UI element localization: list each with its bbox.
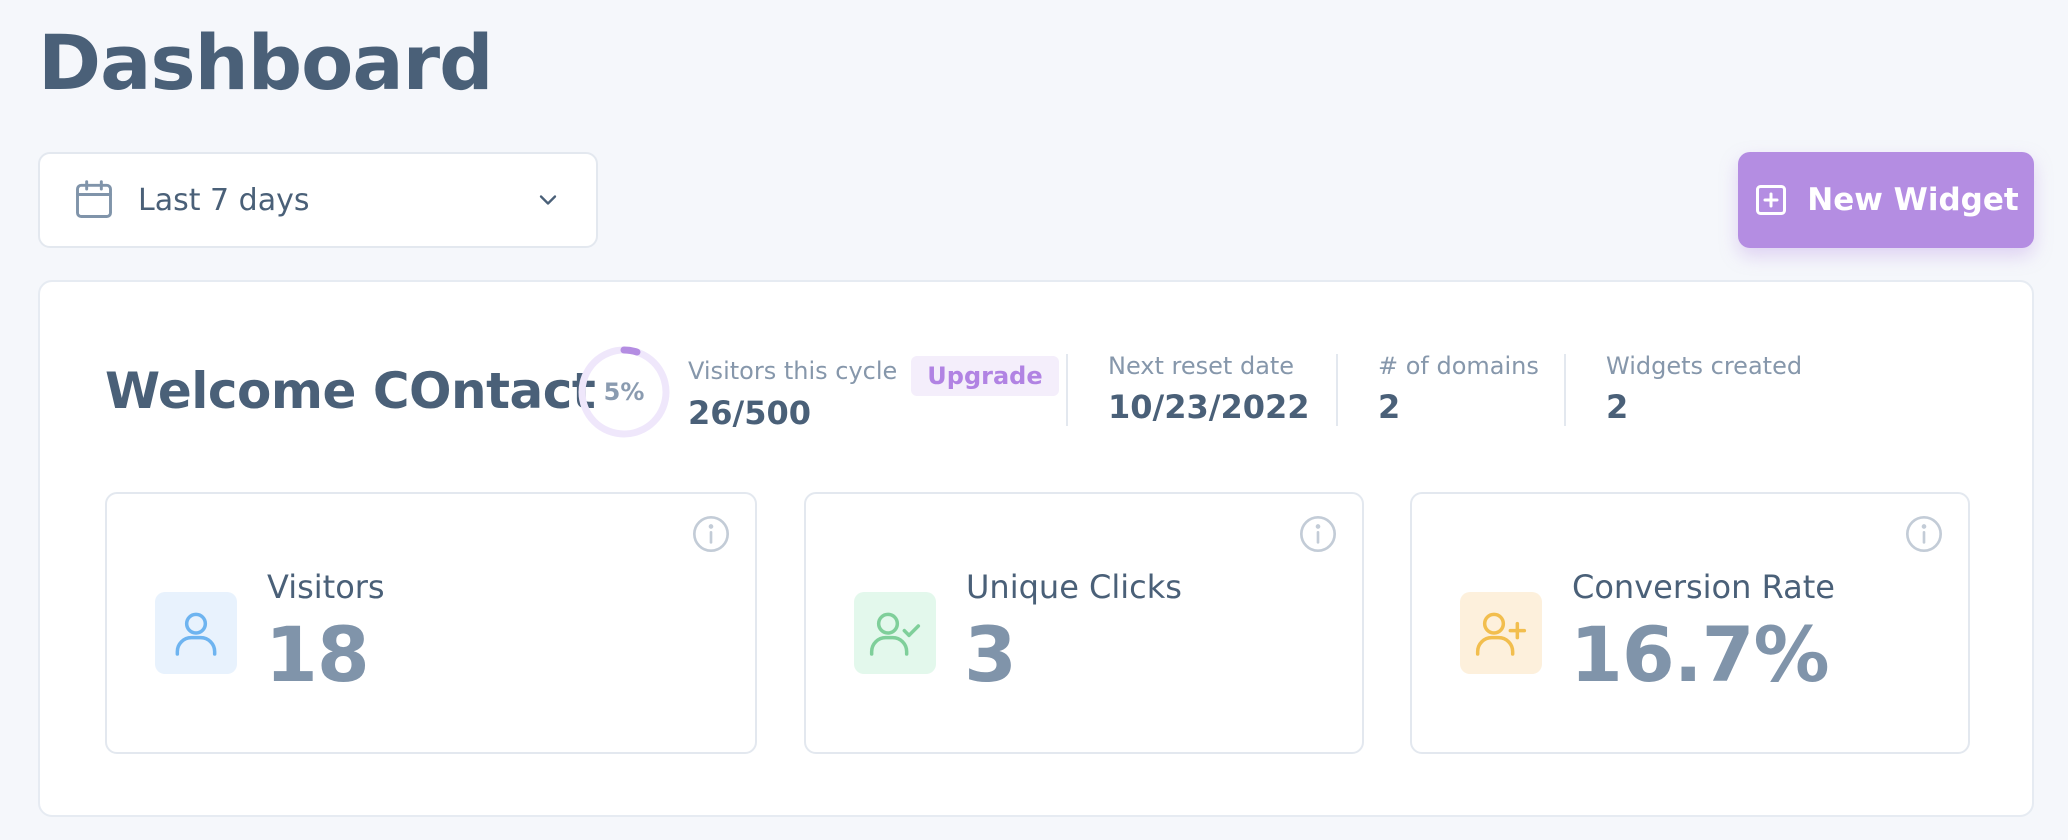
widgets-created-stat: Widgets created 2 (1606, 352, 1802, 426)
usage-progress-ring: 5% (576, 344, 672, 440)
page-title: Dashboard (38, 18, 493, 107)
info-icon[interactable] (1904, 514, 1944, 554)
metric-value: 18 (265, 610, 370, 699)
visitors-cycle-stat: Visitors this cycle Upgrade 26/500 (688, 352, 1059, 432)
new-widget-button[interactable]: New Widget (1738, 152, 2034, 248)
metric-value: 3 (964, 610, 1017, 699)
next-reset-stat: Next reset date 10/23/2022 (1108, 352, 1310, 426)
domains-value: 2 (1378, 388, 1401, 426)
info-icon[interactable] (1298, 514, 1338, 554)
upgrade-link[interactable]: Upgrade (911, 356, 1059, 396)
unique-clicks-icon-tile (854, 592, 936, 674)
dashboard-page: Dashboard Last 7 days New Widget Welcome… (0, 0, 2068, 840)
welcome-heading: Welcome COntact (105, 362, 596, 420)
metric-value: 16.7% (1570, 610, 1830, 699)
stat-divider (1066, 354, 1068, 426)
chevron-down-icon (539, 195, 557, 205)
metric-label: Unique Clicks (966, 568, 1182, 606)
new-widget-label: New Widget (1807, 182, 2019, 218)
date-range-label: Last 7 days (138, 182, 310, 218)
stat-divider (1564, 354, 1566, 426)
conversion-rate-icon-tile (1460, 592, 1542, 674)
user-check-icon (869, 612, 921, 656)
widgets-created-value: 2 (1606, 388, 1629, 426)
progress-percent-label: 5% (603, 378, 645, 406)
conversion-rate-card: Conversion Rate 16.7% (1410, 492, 1970, 754)
widgets-created-label: Widgets created (1606, 352, 1803, 380)
user-plus-icon (1475, 612, 1527, 656)
metric-label: Visitors (267, 568, 385, 606)
domains-stat: # of domains 2 (1378, 352, 1539, 426)
next-reset-label: Next reset date (1108, 352, 1295, 380)
next-reset-value: 10/23/2022 (1108, 388, 1310, 426)
domains-label: # of domains (1378, 352, 1539, 380)
stat-divider (1336, 354, 1338, 426)
user-icon (175, 612, 217, 656)
unique-clicks-card: Unique Clicks 3 (804, 492, 1364, 754)
visitors-cycle-value: 26/500 (688, 394, 812, 432)
visitors-icon-tile (155, 592, 237, 674)
visitors-cycle-label: Visitors this cycle Upgrade (688, 352, 1059, 396)
welcome-card: Welcome COntact 5% Visitors this cycle Up… (38, 280, 2034, 817)
metric-label: Conversion Rate (1572, 568, 1835, 606)
date-range-select[interactable]: Last 7 days (38, 152, 598, 248)
info-icon[interactable] (691, 514, 731, 554)
plus-square-icon (1756, 185, 1787, 215)
calendar-icon (76, 180, 112, 218)
visitors-card: Visitors 18 (105, 492, 757, 754)
